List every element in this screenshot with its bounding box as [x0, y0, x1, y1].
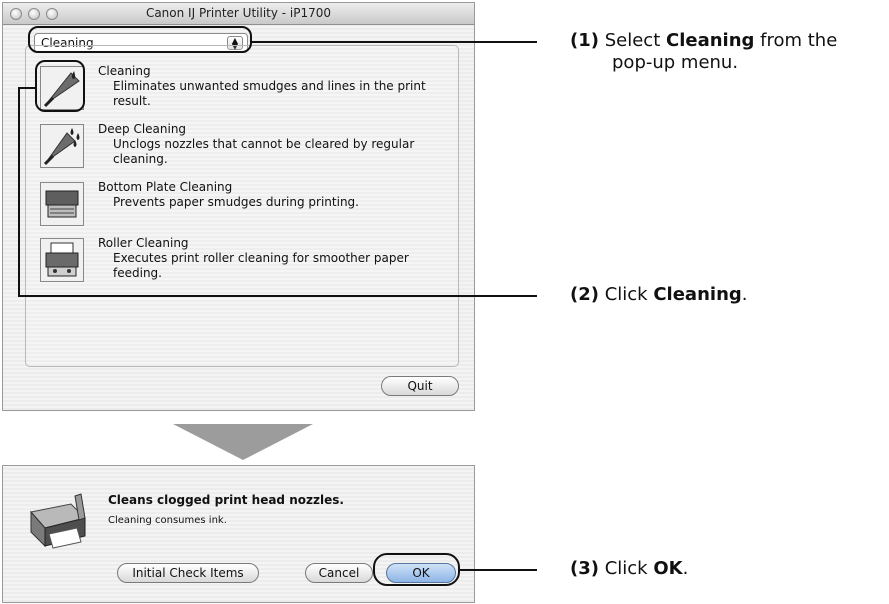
- item-description: Prevents paper smudges during printing.: [113, 195, 359, 209]
- item-title: Deep Cleaning: [98, 122, 187, 136]
- step1-text-post: from the: [760, 30, 838, 51]
- callout-step-3: (3) Click OK.: [570, 558, 688, 580]
- cancel-button[interactable]: Cancel: [305, 563, 373, 583]
- bottom-plate-icon[interactable]: [40, 182, 84, 226]
- window-title: Canon IJ Printer Utility - iP1700: [145, 6, 332, 20]
- callout-line-2b: [18, 87, 20, 296]
- callout-line-3: [460, 569, 537, 571]
- callout-step-1: (1) Select Cleaning from the pop-up menu…: [570, 30, 837, 74]
- callout-line-2a: [18, 87, 36, 89]
- item-title: Roller Cleaning: [98, 236, 189, 250]
- item-description: Eliminates unwanted smudges and lines in…: [113, 79, 426, 108]
- step2-number: (2): [570, 284, 599, 305]
- popup-highlight-ring: [28, 26, 252, 53]
- callout-step-2: (2) Click Cleaning.: [570, 284, 748, 306]
- item-description: Unclogs nozzles that cannot be cleared b…: [113, 137, 415, 166]
- initial-check-items-button[interactable]: Initial Check Items: [117, 563, 259, 583]
- deep-cleaning-icon[interactable]: [40, 124, 84, 168]
- step3-text: Click: [604, 558, 648, 579]
- item-title: Cleaning: [98, 64, 151, 78]
- step1-bold: Cleaning: [665, 30, 755, 51]
- cleaning-panel: Cleaning Eliminates unwanted smudges and…: [25, 45, 459, 367]
- step3-text-post: .: [682, 558, 689, 579]
- ok-highlight-ring: [373, 553, 460, 586]
- callout-line-2c: [18, 295, 537, 297]
- step1-text: Select: [604, 30, 661, 51]
- step2-text-post: .: [741, 284, 748, 305]
- step2-bold: Cleaning: [653, 284, 742, 305]
- quit-button[interactable]: Quit: [381, 376, 459, 396]
- step2-text: Click: [604, 284, 648, 305]
- down-arrow-icon: [173, 424, 313, 460]
- item-description: Executes print roller cleaning for smoot…: [113, 251, 409, 280]
- dialog-info-text: Cleaning consumes ink.: [108, 515, 227, 526]
- step3-number: (3): [570, 558, 599, 579]
- dialog-message: Cleans clogged print head nozzles.: [108, 493, 344, 507]
- step1-text-line2: pop-up menu.: [612, 52, 739, 73]
- callout-line-1: [252, 41, 537, 43]
- step1-number: (1): [570, 30, 599, 51]
- cleaning-icon-highlight-ring: [35, 60, 85, 112]
- roller-icon[interactable]: [40, 238, 84, 282]
- item-title: Bottom Plate Cleaning: [98, 180, 233, 194]
- step3-bold: OK: [653, 558, 683, 579]
- title-bar: Canon IJ Printer Utility - iP1700: [3, 3, 474, 25]
- printer-icon: [23, 490, 93, 556]
